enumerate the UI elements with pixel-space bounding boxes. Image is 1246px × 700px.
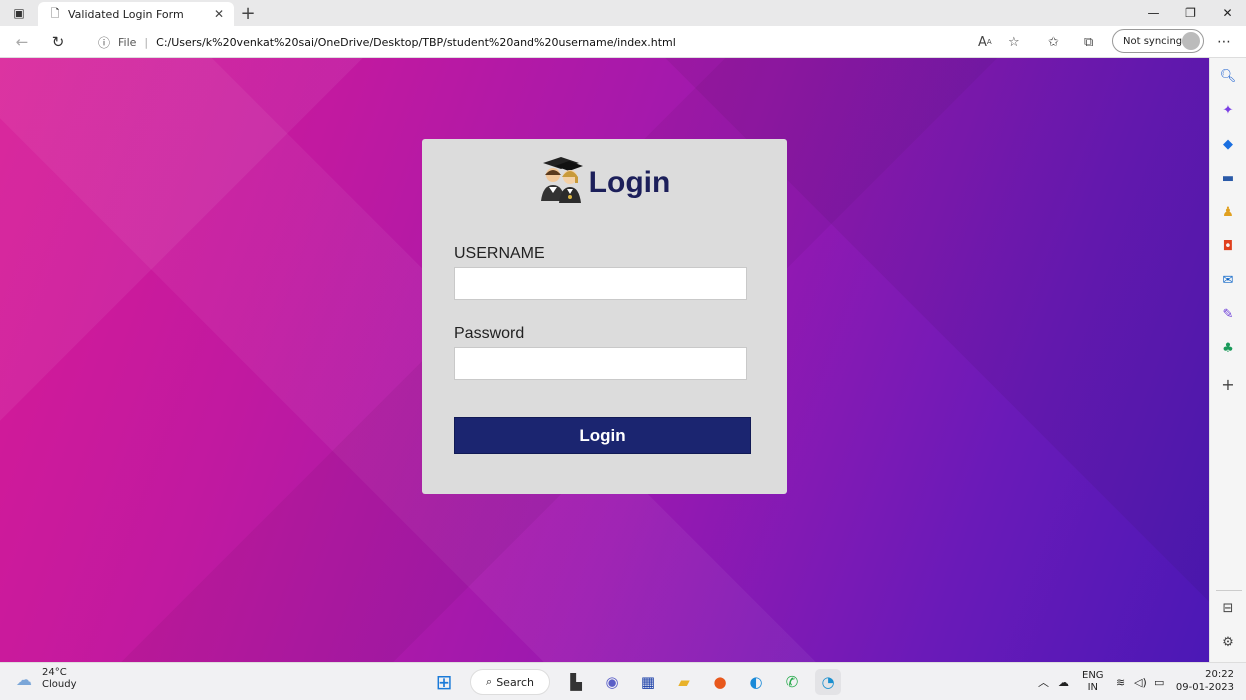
- clock-date: 09-01-2023: [1175, 682, 1234, 693]
- tab-actions-icon[interactable]: ▣: [8, 5, 30, 21]
- favorites-icon[interactable]: ✩: [1048, 32, 1059, 52]
- edge-icon[interactable]: ◔: [815, 669, 841, 695]
- login-header: Login: [422, 153, 787, 203]
- browser-toolbar: ← ↻ ⓘ File | C:/Users/k%20venkat%20sai/O…: [0, 26, 1246, 58]
- search-icon[interactable]: 🔍︎: [1219, 67, 1237, 85]
- address-prefix: File: [118, 35, 137, 49]
- shopping-tag-icon[interactable]: ◆: [1219, 135, 1237, 153]
- taskbar-search-label: Search: [496, 675, 534, 689]
- sync-label: Not syncing: [1123, 35, 1183, 47]
- wifi-icon[interactable]: ≋: [1116, 669, 1125, 695]
- tray-overflow-icon[interactable]: ︿: [1038, 669, 1049, 695]
- back-arrow-icon[interactable]: ←: [12, 32, 32, 52]
- refresh-icon[interactable]: ↻: [48, 32, 68, 52]
- window-controls: — ❐ ✕: [1135, 0, 1246, 26]
- volume-icon[interactable]: ◁): [1134, 669, 1147, 695]
- add-favorite-icon[interactable]: ☆: [1008, 32, 1020, 52]
- graduates-icon: [540, 157, 583, 203]
- games-icon[interactable]: ♟: [1219, 203, 1237, 221]
- designer-icon[interactable]: ✎: [1219, 305, 1237, 323]
- browser-tab[interactable]: 🗋 Validated Login Form ✕: [38, 2, 234, 26]
- tab-title: Validated Login Form: [68, 7, 184, 21]
- settings-gear-icon[interactable]: ⚙: [1219, 633, 1237, 651]
- windows-start-icon[interactable]: ⊞: [431, 669, 457, 695]
- search-icon: ⌕: [486, 675, 493, 688]
- username-label: USERNAME: [454, 245, 545, 262]
- collections-icon[interactable]: ⧉: [1084, 32, 1093, 52]
- browser-tab-bar: ▣ 🗋 Validated Login Form ✕ + — ❐ ✕: [0, 0, 1246, 26]
- close-window-icon[interactable]: ✕: [1209, 0, 1246, 26]
- outlook-icon[interactable]: ✉: [1219, 271, 1237, 289]
- tools-briefcase-icon[interactable]: ▬: [1219, 169, 1237, 187]
- address-bar[interactable]: ⓘ File | C:/Users/k%20venkat%20sai/OneDr…: [84, 30, 1044, 54]
- minimize-icon[interactable]: —: [1135, 0, 1172, 26]
- add-sidebar-app-icon[interactable]: +: [1219, 375, 1237, 394]
- sidebar-divider: [1216, 590, 1242, 591]
- hide-sidebar-icon[interactable]: ⊟: [1219, 599, 1237, 617]
- windows-taskbar: ☁ 24°C Cloudy ⊞ ⌕ Search ▙ ◉ ▦ ▰ ● ◐ ✆ ◔…: [0, 662, 1246, 700]
- office-icon[interactable]: ◘: [1219, 237, 1237, 255]
- taskbar-search[interactable]: ⌕ Search: [470, 669, 550, 695]
- restore-icon[interactable]: ❐: [1172, 0, 1209, 26]
- app-badge-icon[interactable]: ◐: [743, 669, 769, 695]
- taskbar-apps: ⊞ ⌕ Search ▙ ◉ ▦ ▰ ● ◐ ✆ ◔: [426, 668, 846, 696]
- more-options-icon[interactable]: ⋯: [1214, 32, 1234, 52]
- username-input[interactable]: [454, 267, 747, 300]
- chat-icon[interactable]: ◉: [599, 669, 625, 695]
- language-primary: ENG: [1082, 670, 1104, 681]
- task-view-icon[interactable]: ▙: [563, 669, 589, 695]
- login-card: Login USERNAME Password Login: [422, 139, 787, 494]
- weather-temperature: 24°C: [42, 667, 67, 678]
- page-icon: 🗋: [50, 6, 60, 20]
- address-url[interactable]: C:/Users/k%20venkat%20sai/OneDrive/Deskt…: [156, 36, 676, 49]
- firefox-icon[interactable]: ●: [707, 669, 733, 695]
- store-icon[interactable]: ▦: [635, 669, 661, 695]
- weather-description: Cloudy: [42, 679, 77, 690]
- copilot-sparkle-icon[interactable]: ✦: [1219, 101, 1237, 119]
- clock-time: 20:22: [1205, 669, 1234, 680]
- close-tab-icon[interactable]: ✕: [214, 7, 224, 21]
- file-explorer-icon[interactable]: ▰: [671, 669, 697, 695]
- read-aloud-icon[interactable]: AA: [978, 32, 992, 52]
- info-icon[interactable]: ⓘ: [96, 34, 112, 50]
- weather-widget[interactable]: ☁ 24°C Cloudy: [16, 667, 76, 691]
- onedrive-icon[interactable]: ☁: [1058, 669, 1069, 695]
- cloud-icon: ☁: [16, 669, 32, 689]
- battery-icon[interactable]: ▭: [1154, 669, 1164, 695]
- system-clock[interactable]: 20:22 09-01-2023: [1176, 668, 1234, 694]
- avatar: [1182, 32, 1200, 50]
- login-title: Login: [588, 166, 671, 199]
- password-label: Password: [454, 325, 525, 342]
- address-separator: |: [144, 35, 149, 49]
- tree-icon[interactable]: ♣: [1219, 339, 1237, 357]
- language-indicator[interactable]: ENG IN: [1082, 669, 1104, 695]
- new-tab-button[interactable]: +: [238, 3, 258, 24]
- profile-sync-button[interactable]: Not syncing: [1112, 29, 1204, 53]
- browser-sidebar: 🔍︎ ✦ ◆ ▬ ♟ ◘ ✉ ✎ ♣ + ⊟ ⚙: [1209, 58, 1246, 662]
- page-background: Login USERNAME Password Login: [0, 58, 1209, 662]
- login-button[interactable]: Login: [454, 417, 751, 454]
- password-input[interactable]: [454, 347, 747, 380]
- language-region: IN: [1087, 682, 1098, 693]
- whatsapp-icon[interactable]: ✆: [779, 669, 805, 695]
